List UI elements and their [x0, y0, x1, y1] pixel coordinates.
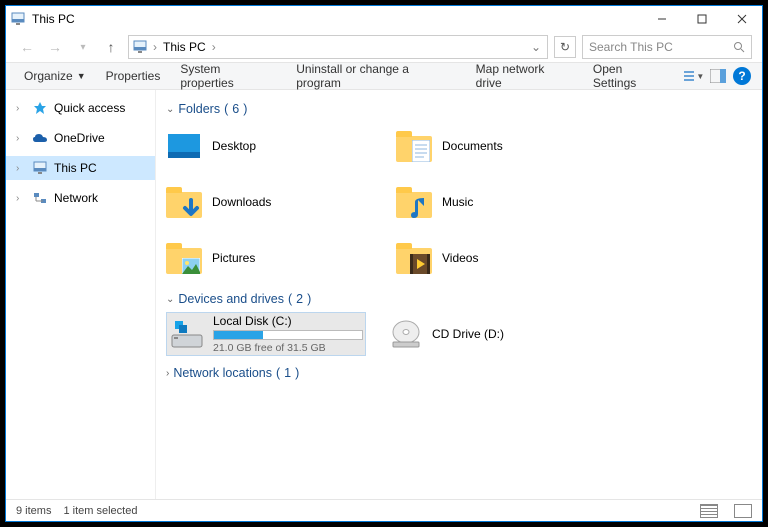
uninstall-programs-button[interactable]: Uninstall or change a program — [288, 58, 463, 94]
drive-item-cd-d[interactable]: CD Drive (D:) — [386, 312, 586, 356]
folder-label: Documents — [442, 139, 503, 153]
monitor-icon — [32, 160, 48, 176]
star-icon — [32, 100, 48, 116]
forward-button[interactable]: → — [44, 36, 66, 58]
music-folder-icon — [396, 184, 432, 220]
group-count: 6 — [232, 102, 239, 116]
group-count: 2 — [296, 292, 303, 306]
expand-icon[interactable]: › — [16, 193, 26, 204]
content-pane: ⌄ Folders (6) Desktop Documents — [156, 90, 762, 499]
group-header-network-locations[interactable]: › Network locations (1) — [166, 366, 752, 380]
folder-label: Videos — [442, 251, 478, 265]
drive-label: Local Disk (C:) — [213, 314, 363, 328]
network-icon — [32, 190, 48, 206]
chevron-down-icon: ⌄ — [166, 294, 174, 305]
address-separator-icon[interactable]: › — [210, 40, 218, 54]
chevron-down-icon: ▼ — [696, 72, 704, 81]
sidebar-item-this-pc[interactable]: › This PC — [6, 156, 155, 180]
drive-label: CD Drive (D:) — [432, 327, 584, 341]
folder-item-documents[interactable]: Documents — [396, 122, 596, 170]
help-button[interactable]: ? — [732, 66, 752, 86]
sidebar-item-label: Quick access — [54, 101, 125, 115]
window-title: This PC — [32, 12, 642, 26]
back-button[interactable]: ← — [16, 36, 38, 58]
documents-folder-icon — [396, 128, 432, 164]
close-button[interactable] — [722, 6, 762, 32]
group-header-drives[interactable]: ⌄ Devices and drives (2) — [166, 292, 752, 306]
address-separator-icon[interactable]: › — [151, 40, 159, 54]
refresh-button[interactable]: ↻ — [554, 36, 576, 58]
chevron-down-icon: ⌄ — [166, 104, 174, 115]
pictures-folder-icon — [166, 240, 202, 276]
sidebar-item-quick-access[interactable]: › Quick access — [6, 96, 155, 120]
sidebar-item-label: This PC — [54, 161, 97, 175]
status-selected-count: 1 item selected — [63, 505, 137, 517]
downloads-folder-icon — [166, 184, 202, 220]
group-count: 1 — [284, 366, 291, 380]
status-bar: 9 items 1 item selected — [6, 499, 762, 521]
maximize-button[interactable] — [682, 6, 722, 32]
sidebar-item-label: OneDrive — [54, 131, 105, 145]
address-bar[interactable]: › This PC › ⌄ — [128, 35, 548, 59]
folder-label: Desktop — [212, 139, 256, 153]
folder-item-desktop[interactable]: Desktop — [166, 122, 366, 170]
preview-pane-button[interactable] — [708, 66, 728, 86]
organize-menu[interactable]: Organize ▼ — [16, 65, 94, 87]
search-placeholder: Search This PC — [589, 40, 673, 54]
sidebar-item-onedrive[interactable]: › OneDrive — [6, 126, 155, 150]
folder-item-pictures[interactable]: Pictures — [166, 234, 366, 282]
system-properties-button[interactable]: System properties — [172, 58, 284, 94]
chevron-right-icon: › — [166, 368, 169, 379]
folder-label: Music — [442, 195, 473, 209]
map-network-drive-button[interactable]: Map network drive — [468, 58, 581, 94]
expand-icon[interactable]: › — [16, 103, 26, 114]
drive-free-text: 21.0 GB free of 31.5 GB — [213, 342, 363, 354]
desktop-folder-icon — [166, 128, 202, 164]
status-item-count: 9 items — [16, 505, 51, 517]
properties-button[interactable]: Properties — [98, 65, 169, 87]
help-icon: ? — [733, 67, 751, 85]
expand-icon[interactable]: › — [16, 163, 26, 174]
this-pc-address-icon — [133, 40, 147, 54]
recent-locations-button[interactable]: ▾ — [72, 36, 94, 58]
cd-drive-icon — [388, 316, 424, 352]
address-segment[interactable]: This PC — [163, 40, 206, 54]
group-label: Devices and drives — [178, 292, 284, 306]
open-settings-button[interactable]: Open Settings — [585, 58, 676, 94]
cloud-icon — [32, 130, 48, 146]
hdd-icon — [169, 316, 205, 352]
this-pc-title-icon — [10, 11, 26, 27]
folder-item-downloads[interactable]: Downloads — [166, 178, 366, 226]
folder-label: Downloads — [212, 195, 271, 209]
address-dropdown-icon[interactable]: ⌄ — [529, 40, 543, 54]
chevron-down-icon: ▼ — [77, 71, 86, 81]
title-bar: This PC — [6, 6, 762, 32]
expand-icon[interactable]: › — [16, 133, 26, 144]
group-label: Network locations — [173, 366, 272, 380]
explorer-window: This PC ← → ▾ ↑ › This PC › ⌄ ↻ Search T… — [5, 5, 763, 522]
search-input[interactable]: Search This PC — [582, 35, 752, 59]
large-icons-view-button[interactable] — [734, 504, 752, 518]
group-label: Folders — [178, 102, 220, 116]
sidebar-item-label: Network — [54, 191, 98, 205]
folder-item-music[interactable]: Music — [396, 178, 596, 226]
minimize-button[interactable] — [642, 6, 682, 32]
view-options-button[interactable]: ▼ — [684, 66, 704, 86]
drive-item-local-disk-c[interactable]: Local Disk (C:) 21.0 GB free of 31.5 GB — [166, 312, 366, 356]
folder-item-videos[interactable]: Videos — [396, 234, 596, 282]
up-button[interactable]: ↑ — [100, 36, 122, 58]
navigation-pane: › Quick access › OneDrive › Thi — [6, 90, 156, 499]
folders-grid: Desktop Documents Downloads — [166, 122, 752, 282]
drive-usage-bar — [213, 330, 363, 340]
drives-row: Local Disk (C:) 21.0 GB free of 31.5 GB … — [166, 312, 752, 356]
videos-folder-icon — [396, 240, 432, 276]
group-header-folders[interactable]: ⌄ Folders (6) — [166, 102, 752, 116]
folder-label: Pictures — [212, 251, 255, 265]
search-icon — [733, 41, 745, 53]
details-view-button[interactable] — [700, 504, 718, 518]
sidebar-item-network[interactable]: › Network — [6, 186, 155, 210]
command-bar: Organize ▼ Properties System properties … — [6, 62, 762, 90]
body: › Quick access › OneDrive › Thi — [6, 90, 762, 499]
